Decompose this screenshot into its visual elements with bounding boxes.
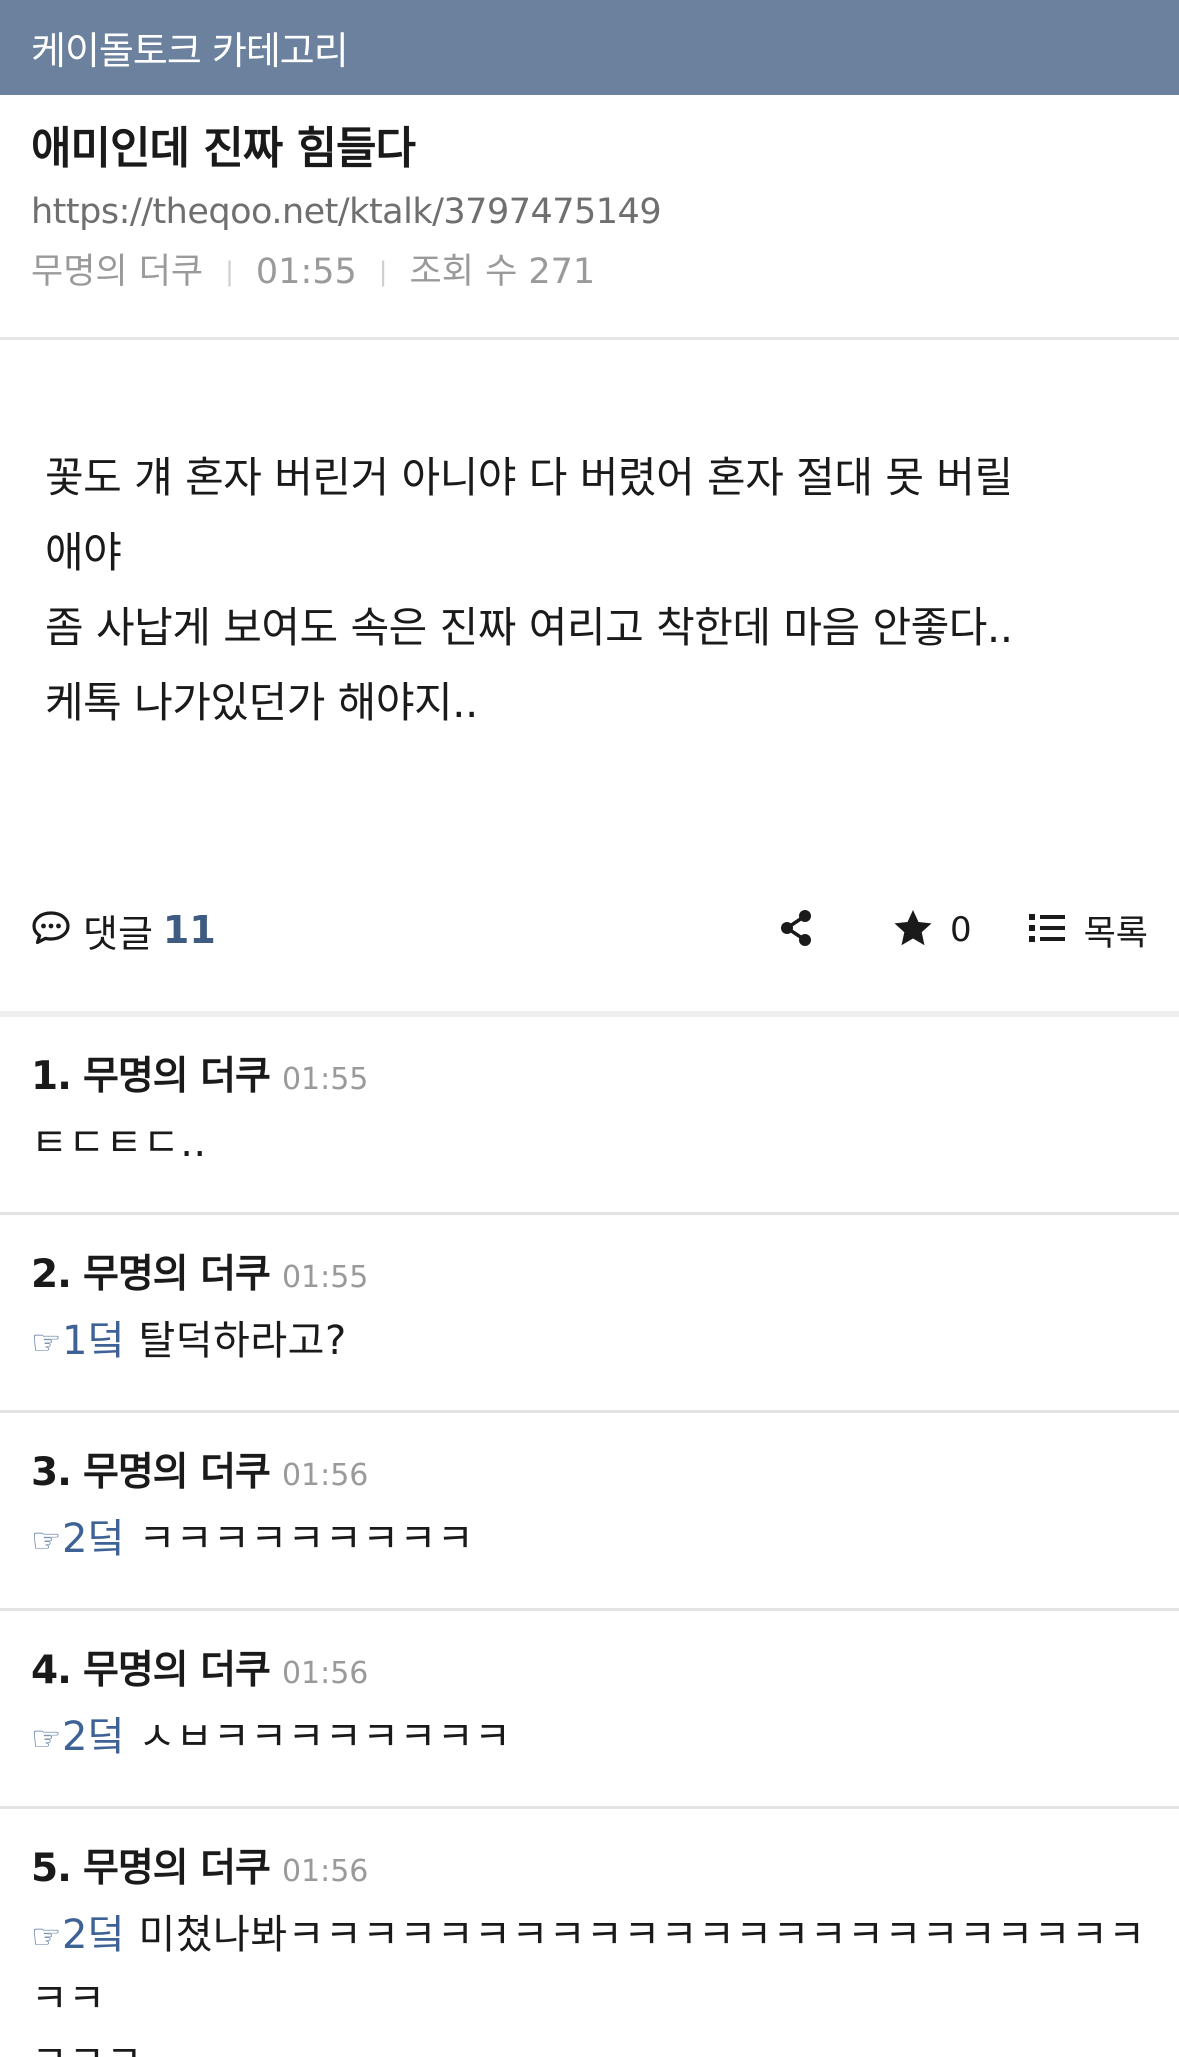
action-bar: 댓글 11 0 목록 xyxy=(0,849,1179,1017)
comment-item: 3. 무명의 더쿠 01:56 ☞2덬 ㅋㅋㅋㅋㅋㅋㅋㅋㅋ xyxy=(0,1413,1179,1611)
comment-number: 4. xyxy=(31,1648,72,1693)
comment-count-button[interactable]: 댓글 11 xyxy=(31,903,216,958)
comment-time: 01:56 xyxy=(281,1854,369,1889)
comment-list: 1. 무명의 더쿠 01:55 ㅌㄷㅌㄷ.. 2. 무명의 더쿠 01:55 ☞… xyxy=(0,1017,1179,2057)
comment-number: 5. xyxy=(31,1846,72,1891)
post-body-line: 케톡 나가있던가 해야지.. xyxy=(45,678,478,727)
post-author: 무명의 더쿠 xyxy=(31,252,204,292)
comment-header: 5. 무명의 더쿠 01:56 xyxy=(31,1809,1148,1904)
reply-pointer-icon: ☞ xyxy=(31,1917,62,1957)
comment-number: 3. xyxy=(31,1450,72,1495)
comment-item: 2. 무명의 더쿠 01:55 ☞1덬 탈덕하라고? xyxy=(0,1215,1179,1413)
star-icon xyxy=(892,908,934,952)
post-body-line: 꽃도 걔 혼자 버린거 아니야 다 버렸어 혼자 절대 못 버릴 xyxy=(45,453,1013,502)
comment-text-continued: ㅋㅋㅋ xyxy=(31,2038,143,2057)
comment-time: 01:56 xyxy=(281,1656,369,1691)
comment-text: 탈덕하라고? xyxy=(125,1318,347,1364)
category-bar[interactable]: 케이돌토크 카테고리 xyxy=(0,0,1179,95)
post-url[interactable]: https://theqoo.net/ktalk/3797475149 xyxy=(31,187,1148,237)
comment-time: 01:55 xyxy=(281,1062,369,1097)
comment-number: 1. xyxy=(31,1054,72,1099)
comment-author[interactable]: 무명의 더쿠 xyxy=(83,1837,271,1893)
comment-author[interactable]: 무명의 더쿠 xyxy=(83,1243,271,1299)
comment-text: 미쳤나봐ㅋㅋㅋㅋㅋㅋㅋㅋㅋㅋㅋㅋㅋㅋㅋㅋㅋㅋㅋㅋㅋㅋㅋㅋㅋ xyxy=(31,1912,1146,2022)
meta-divider: | xyxy=(378,257,388,287)
reply-pointer-icon: ☞ xyxy=(31,1521,62,1561)
post-title: 애미인데 진짜 힘들다 xyxy=(31,123,416,174)
reply-pointer-icon: ☞ xyxy=(31,1719,62,1759)
comment-author[interactable]: 무명의 더쿠 xyxy=(83,1441,271,1497)
comment-header: 1. 무명의 더쿠 01:55 xyxy=(31,1017,1148,1112)
post-body-line: 좀 사납게 보여도 속은 진짜 여리고 착한데 마음 안좋다.. xyxy=(45,603,1013,652)
share-icon xyxy=(778,908,814,952)
comment-bubble-icon xyxy=(31,910,71,950)
comment-body: ☞2덬 ㅋㅋㅋㅋㅋㅋㅋㅋㅋ xyxy=(31,1508,1148,1572)
list-label: 목록 xyxy=(1083,913,1148,954)
comment-body: ㅌㄷㅌㄷ.. xyxy=(31,1112,1148,1174)
action-group: 0 목록 xyxy=(778,905,1148,956)
comment-text: ㅋㅋㅋㅋㅋㅋㅋㅋㅋ xyxy=(125,1516,475,1562)
comment-body: ☞1덬 탈덕하라고? xyxy=(31,1310,1148,1374)
comment-author[interactable]: 무명의 더쿠 xyxy=(83,1639,271,1695)
meta-divider: | xyxy=(225,257,234,287)
list-button[interactable]: 목록 xyxy=(1028,905,1148,956)
comment-body: ☞2덬 ㅅㅂㅋㅋㅋㅋㅋㅋㅋㅋ xyxy=(31,1706,1148,1770)
comment-item: 1. 무명의 더쿠 01:55 ㅌㄷㅌㄷ.. xyxy=(0,1017,1179,1215)
comment-body: ☞2덬 미쳤나봐ㅋㅋㅋㅋㅋㅋㅋㅋㅋㅋㅋㅋㅋㅋㅋㅋㅋㅋㅋㅋㅋㅋㅋㅋㅋ ㅋㅋㅋ xyxy=(31,1904,1148,2057)
comment-time: 01:56 xyxy=(281,1458,369,1493)
post-time: 01:55 xyxy=(255,252,357,292)
comment-item: 4. 무명의 더쿠 01:56 ☞2덬 ㅅㅂㅋㅋㅋㅋㅋㅋㅋㅋ xyxy=(0,1611,1179,1809)
reply-reference-link[interactable]: 2덬 xyxy=(62,1714,125,1760)
post-body-line: 애야 xyxy=(45,528,122,577)
comment-text: ㅌㄷㅌㄷ.. xyxy=(31,1120,207,1166)
reply-reference-link[interactable]: 2덬 xyxy=(62,1912,125,1958)
comment-number: 2. xyxy=(31,1252,72,1297)
category-label: 케이돌토크 카테고리 xyxy=(31,29,349,73)
share-button[interactable] xyxy=(778,908,814,952)
comment-item: 5. 무명의 더쿠 01:56 ☞2덬 미쳤나봐ㅋㅋㅋㅋㅋㅋㅋㅋㅋㅋㅋㅋㅋㅋㅋㅋ… xyxy=(0,1809,1179,2057)
reply-pointer-icon: ☞ xyxy=(31,1323,62,1363)
post-body: 꽃도 걔 혼자 버린거 아니야 다 버렸어 혼자 절대 못 버릴 애야 좀 사납… xyxy=(0,340,1179,855)
reply-reference-link[interactable]: 1덬 xyxy=(62,1318,125,1364)
comment-header: 3. 무명의 더쿠 01:56 xyxy=(31,1413,1148,1508)
post-meta: 무명의 더쿠 | 01:55 | 조회 수 271 xyxy=(31,247,1148,297)
list-icon xyxy=(1028,912,1066,948)
comment-header: 4. 무명의 더쿠 01:56 xyxy=(31,1611,1148,1706)
reply-reference-link[interactable]: 2덬 xyxy=(62,1516,125,1562)
comment-header: 2. 무명의 더쿠 01:55 xyxy=(31,1215,1148,1310)
star-count: 0 xyxy=(949,910,972,950)
comment-time: 01:55 xyxy=(281,1260,369,1295)
comment-author[interactable]: 무명의 더쿠 xyxy=(83,1045,271,1101)
star-button[interactable]: 0 xyxy=(892,908,972,952)
post-views: 조회 수 271 xyxy=(409,252,596,292)
comment-label: 댓글 xyxy=(83,911,153,956)
comment-text: ㅅㅂㅋㅋㅋㅋㅋㅋㅋㅋ xyxy=(125,1714,512,1760)
post-header: 애미인데 진짜 힘들다 https://theqoo.net/ktalk/379… xyxy=(0,95,1179,340)
comment-count: 11 xyxy=(162,908,216,952)
